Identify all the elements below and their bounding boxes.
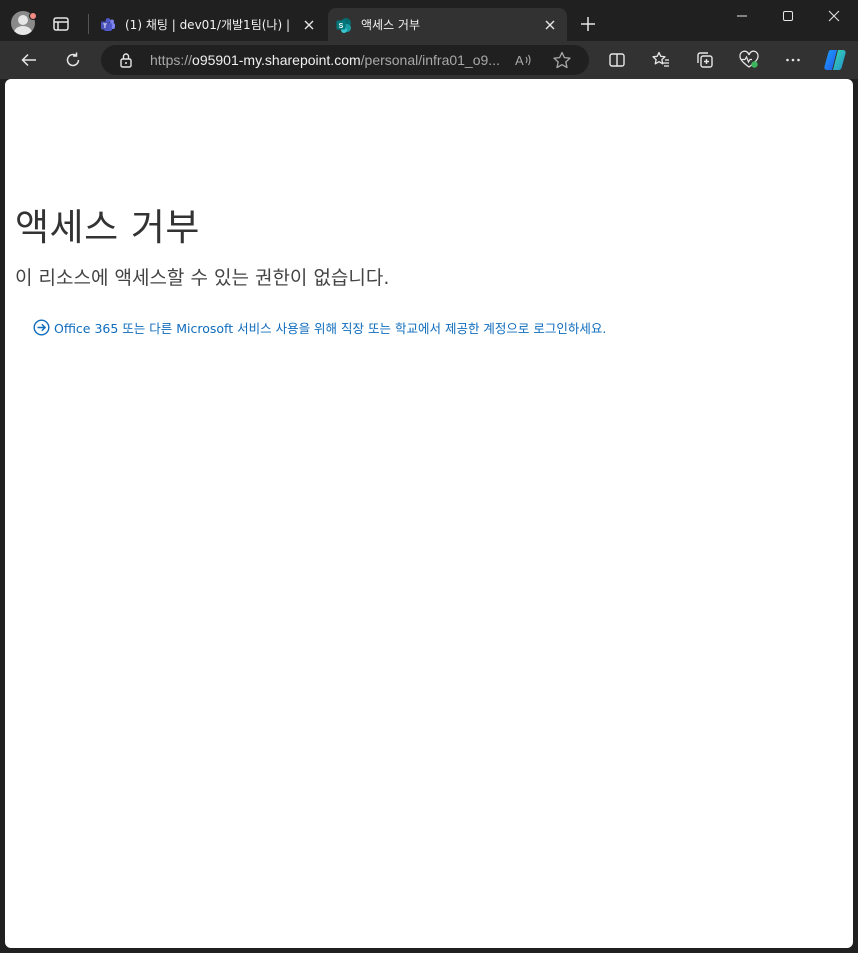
svg-text:A: A	[515, 53, 524, 68]
more-options-icon[interactable]	[782, 49, 804, 71]
add-favorite-star-icon[interactable]	[552, 51, 572, 73]
signin-link-text: Office 365 또는 다른 Microsoft 서비스 사용을 위해 직장…	[54, 321, 607, 336]
address-bar[interactable]: https://o95901-my.sharepoint.com/persona…	[101, 45, 589, 75]
minimize-icon[interactable]	[719, 0, 765, 32]
split-screen-icon[interactable]	[606, 49, 628, 71]
favorites-icon[interactable]	[650, 49, 672, 71]
notification-dot	[29, 12, 37, 20]
svg-text:T: T	[103, 24, 107, 30]
navigation-toolbar: https://o95901-my.sharepoint.com/persona…	[0, 41, 858, 79]
window-close-icon[interactable]	[811, 0, 857, 32]
tab-actions-icon[interactable]	[50, 13, 72, 35]
read-aloud-icon[interactable]: A	[514, 51, 534, 73]
url-path: /personal/infra01_o9...	[360, 52, 500, 68]
maximize-icon[interactable]	[765, 0, 811, 32]
svg-text:S: S	[339, 22, 344, 29]
browser-essentials-icon[interactable]	[738, 49, 760, 71]
close-tab-icon[interactable]	[541, 16, 559, 34]
collections-icon[interactable]	[694, 49, 716, 71]
tab-access-denied[interactable]: S 액세스 거부	[328, 8, 567, 41]
access-denied-message: 이 리소스에 액세스할 수 있는 권한이 없습니다.	[15, 267, 390, 289]
url-text[interactable]: https://o95901-my.sharepoint.com/persona…	[150, 52, 510, 68]
url-scheme: https://	[150, 52, 193, 68]
tab-strip: T (1) 채팅 | dev01/개발1팀(나) | Mi S 액세스 거부	[0, 0, 858, 41]
close-tab-icon[interactable]	[300, 16, 318, 34]
arrow-circle-right-icon	[33, 319, 50, 336]
lock-icon[interactable]	[119, 52, 133, 72]
tab-divider	[88, 14, 89, 34]
tab-teams-chat[interactable]: T (1) 채팅 | dev01/개발1팀(나) | Mi	[92, 8, 326, 41]
back-arrow-icon[interactable]	[18, 49, 40, 71]
refresh-icon[interactable]	[62, 49, 84, 71]
sharepoint-icon: S	[336, 17, 352, 33]
tab-title: (1) 채팅 | dev01/개발1팀(나) | Mi	[125, 18, 294, 32]
tab-title: 액세스 거부	[361, 18, 421, 32]
copilot-icon[interactable]	[822, 47, 848, 73]
url-host: o95901-my.sharepoint.com	[192, 52, 361, 68]
new-tab-icon[interactable]	[578, 14, 598, 34]
signin-link[interactable]: Office 365 또는 다른 Microsoft 서비스 사용을 위해 직장…	[33, 318, 606, 337]
page-title: 액세스 거부	[15, 206, 200, 249]
teams-icon: T	[100, 17, 116, 33]
page-viewport: 액세스 거부 이 리소스에 액세스할 수 있는 권한이 없습니다. Office…	[5, 79, 853, 948]
